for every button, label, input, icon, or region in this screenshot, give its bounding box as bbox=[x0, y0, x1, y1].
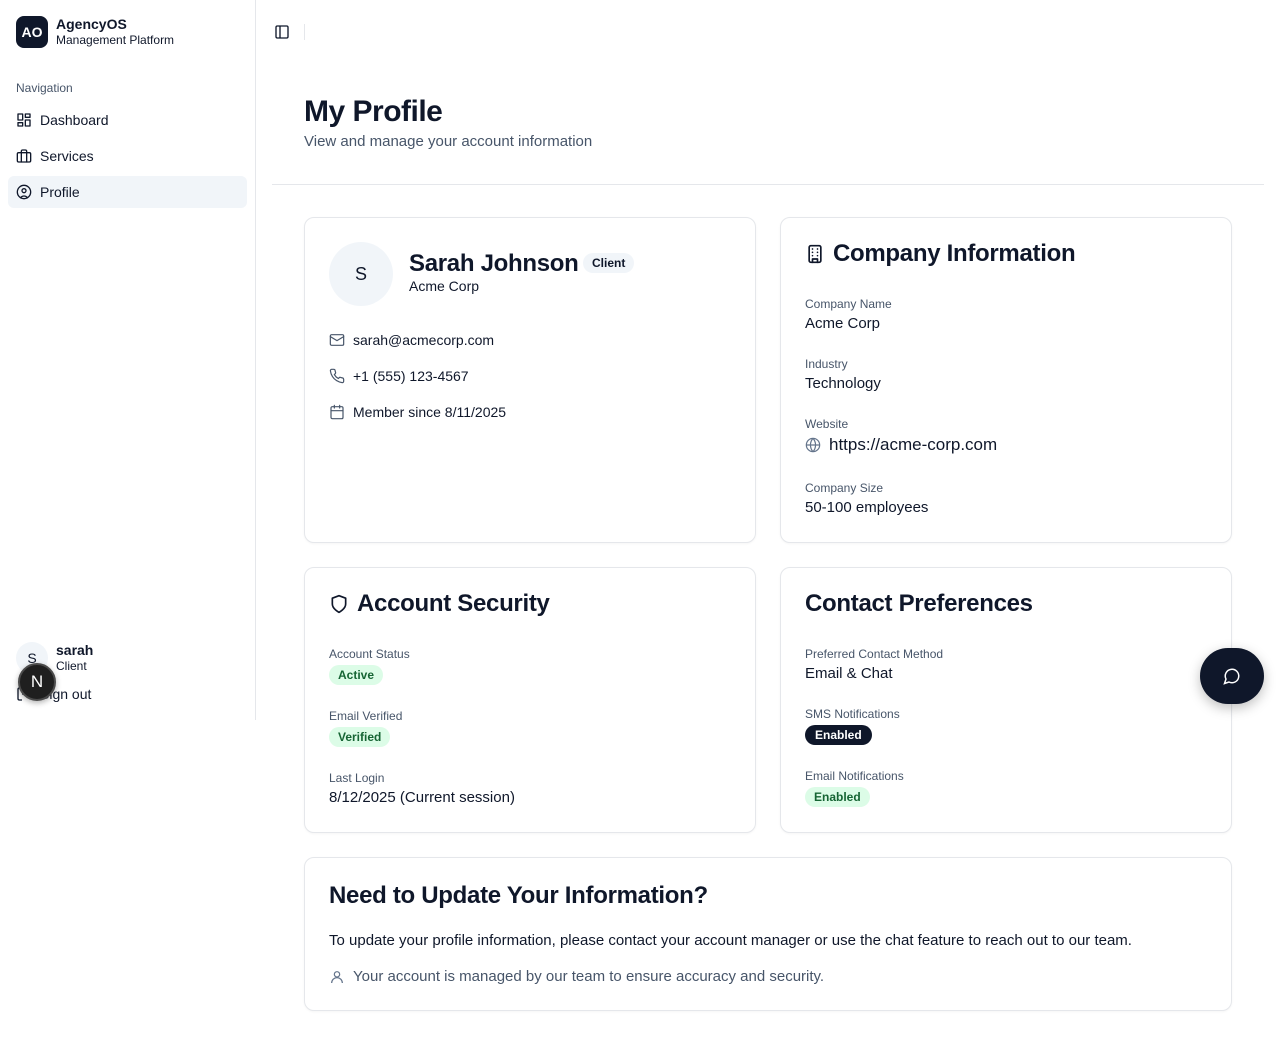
profile-company: Acme Corp bbox=[409, 278, 480, 294]
email-value: sarah@acmecorp.com bbox=[353, 332, 495, 348]
panel-left-icon bbox=[275, 25, 289, 39]
update-card-text: To update your profile information, plea… bbox=[329, 932, 1132, 949]
phone-row: +1 (555) 123-4567 bbox=[329, 368, 469, 384]
brand-name: AgencyOS bbox=[56, 16, 127, 33]
company-card-title-text: Company Information bbox=[833, 240, 1076, 267]
topbar-divider bbox=[304, 24, 305, 40]
email-verified-field: Email Verified Verified bbox=[329, 709, 402, 747]
sidebar-item-label: Services bbox=[40, 148, 94, 164]
sidebar-item-services[interactable]: Services bbox=[8, 140, 247, 172]
update-note-text: Your account is managed by our team to e… bbox=[353, 968, 825, 985]
field-label: Email Verified bbox=[329, 709, 403, 723]
field-label: Company Name bbox=[805, 297, 892, 311]
member-since-row: Member since 8/11/2025 bbox=[329, 404, 506, 420]
account-status-field: Account Status Active bbox=[329, 647, 410, 685]
last-login-field: Last Login 8/12/2025 (Current session) bbox=[329, 771, 515, 806]
dashboard-icon bbox=[17, 113, 31, 127]
calendar-icon bbox=[330, 404, 344, 420]
user-icon bbox=[331, 970, 343, 983]
company-card-title: Company Information bbox=[805, 240, 1076, 268]
brand[interactable]: AO AgencyOS Management Platform bbox=[16, 16, 174, 48]
page-title: My Profile bbox=[304, 95, 443, 128]
nav-label: Navigation bbox=[16, 81, 73, 95]
update-card-title: Need to Update Your Information? bbox=[329, 882, 708, 909]
company-size-field: Company Size 50-100 employees bbox=[805, 481, 928, 516]
field-value: 50-100 employees bbox=[805, 499, 929, 516]
field-label: Email Notifications bbox=[805, 769, 904, 783]
sidebar-item-label: Dashboard bbox=[40, 112, 109, 128]
field-value: Email & Chat bbox=[805, 665, 893, 682]
update-card-note: Your account is managed by our team to e… bbox=[329, 968, 824, 985]
sms-enabled-badge: Enabled bbox=[805, 725, 872, 745]
profile-avatar: S bbox=[329, 242, 393, 306]
user-role: Client bbox=[56, 659, 87, 674]
contact-method-field: Preferred Contact Method Email & Chat bbox=[805, 647, 943, 682]
sidebar-item-profile[interactable]: Profile bbox=[8, 176, 247, 208]
company-name-field: Company Name Acme Corp bbox=[805, 297, 892, 332]
sidebar: AO AgencyOS Management Platform Navigati… bbox=[0, 0, 256, 720]
website-field: Website https://acme-corp.com bbox=[805, 417, 997, 455]
role-badge: Client bbox=[583, 253, 635, 273]
sms-notifications-field: SMS Notifications Enabled bbox=[805, 707, 900, 745]
email-notifications-field: Email Notifications Enabled bbox=[805, 769, 904, 807]
brand-logo: AO bbox=[16, 16, 48, 48]
security-card: Account Security Account Status Active E… bbox=[304, 567, 756, 833]
profile-card: S Sarah Johnson Client Acme Corp sarah@a… bbox=[304, 217, 756, 543]
email-enabled-badge: Enabled bbox=[805, 787, 870, 807]
sidebar-toggle-button[interactable] bbox=[272, 22, 292, 42]
building-icon bbox=[808, 244, 822, 264]
dev-tools-badge[interactable]: N bbox=[18, 663, 56, 701]
security-card-title: Account Security bbox=[329, 590, 550, 618]
email-row: sarah@acmecorp.com bbox=[329, 332, 494, 348]
field-value: 8/12/2025 (Current session) bbox=[329, 789, 515, 806]
phone-icon bbox=[329, 368, 345, 384]
industry-field: Industry Technology bbox=[805, 357, 881, 392]
shield-icon bbox=[331, 594, 347, 614]
header-divider bbox=[272, 184, 1264, 185]
sidebar-nav: Dashboard Services Profile bbox=[8, 104, 247, 212]
phone-value: +1 (555) 123-4567 bbox=[353, 368, 469, 384]
chat-bubble-icon bbox=[1223, 668, 1240, 685]
field-label: Account Status bbox=[329, 647, 410, 661]
globe-icon bbox=[805, 437, 821, 453]
field-value: Technology bbox=[805, 375, 881, 392]
preferences-card-title: Contact Preferences bbox=[805, 590, 1033, 617]
security-card-title-text: Account Security bbox=[357, 590, 550, 617]
company-card: Company Information Company Name Acme Co… bbox=[780, 217, 1232, 543]
field-label: Industry bbox=[805, 357, 848, 371]
field-label: Website bbox=[805, 417, 849, 431]
field-label: Company Size bbox=[805, 481, 884, 495]
status-badge: Active bbox=[329, 665, 384, 685]
chat-button[interactable] bbox=[1200, 648, 1264, 704]
mail-icon bbox=[329, 334, 345, 346]
sidebar-item-label: Profile bbox=[40, 184, 80, 200]
field-label: Last Login bbox=[329, 771, 385, 785]
briefcase-icon bbox=[16, 149, 32, 163]
verified-badge: Verified bbox=[329, 727, 391, 747]
website-link[interactable]: https://acme-corp.com bbox=[829, 435, 997, 455]
sidebar-item-dashboard[interactable]: Dashboard bbox=[8, 104, 247, 136]
page-subtitle: View and manage your account information bbox=[304, 133, 593, 150]
user-name: sarah bbox=[56, 642, 94, 659]
field-value: Acme Corp bbox=[805, 315, 881, 332]
profile-name: Sarah Johnson bbox=[409, 250, 579, 277]
field-label: SMS Notifications bbox=[805, 707, 900, 721]
preferences-card: Contact Preferences Preferred Contact Me… bbox=[780, 567, 1232, 833]
brand-subtitle: Management Platform bbox=[56, 33, 175, 48]
member-since-value: Member since 8/11/2025 bbox=[353, 404, 507, 420]
update-info-card: Need to Update Your Information? To upda… bbox=[304, 857, 1232, 1011]
field-label: Preferred Contact Method bbox=[805, 647, 944, 661]
user-circle-icon bbox=[16, 184, 32, 200]
